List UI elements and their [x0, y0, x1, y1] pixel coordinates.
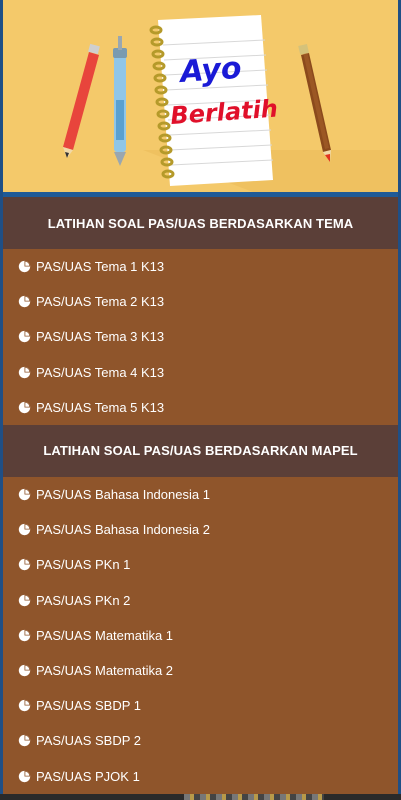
section-list-tema: PAS/UAS Tema 1 K13 PAS/UAS Tema 2 K13 PA… [3, 249, 398, 425]
list-item-label: PAS/UAS PJOK 1 [36, 768, 140, 784]
list-item[interactable]: PAS/UAS Matematika 2 [3, 653, 398, 688]
pie-chart-icon [18, 629, 31, 641]
pie-chart-icon [18, 366, 31, 378]
list-item[interactable]: PAS/UAS PKn 2 [3, 583, 398, 618]
list-item[interactable]: PAS/UAS Tema 3 K13 [3, 319, 398, 354]
pie-chart-icon [18, 524, 31, 536]
list-item[interactable]: PAS/UAS PJOK 1 [3, 758, 398, 793]
list-item[interactable]: PAS/UAS SBDP 2 [3, 723, 398, 758]
list-item[interactable]: PAS/UAS Tema 4 K13 [3, 355, 398, 390]
pie-chart-icon [18, 770, 31, 782]
section-list-mapel: PAS/UAS Bahasa Indonesia 1 PAS/UAS Bahas… [3, 477, 398, 794]
pie-chart-icon [18, 664, 31, 677]
banner-illustration: Ayo Berlatih [63, 15, 398, 192]
list-item-label: PAS/UAS Matematika 1 [36, 627, 174, 643]
notebook-icon: Ayo Berlatih [149, 15, 279, 186]
pie-chart-icon [18, 594, 31, 606]
section-header-mapel: LATIHAN SOAL PAS/UAS BERDASARKAN MAPEL [3, 424, 398, 477]
list-item-label: PAS/UAS PKn 1 [36, 557, 131, 573]
bottom-strip-detail [184, 794, 324, 800]
section-header-tema: LATIHAN SOAL PAS/UAS BERDASARKAN TEMA [3, 197, 398, 249]
list-item[interactable]: PAS/UAS Tema 2 K13 [3, 284, 398, 319]
pie-chart-icon [18, 488, 31, 501]
list-item-label: PAS/UAS PKn 2 [36, 592, 131, 608]
list-item[interactable]: PAS/UAS SBDP 1 [3, 688, 398, 723]
list-item[interactable]: PAS/UAS PKn 1 [3, 547, 398, 582]
list-item[interactable]: PAS/UAS Tema 1 K13 [3, 249, 398, 284]
red-pencil-icon [63, 43, 100, 158]
list-item-label: PAS/UAS Tema 4 K13 [36, 364, 165, 380]
blue-pen-icon [113, 36, 127, 166]
list-item[interactable]: PAS/UAS Tema 5 K13 [3, 390, 398, 425]
banner-title-ayo: Ayo [177, 51, 242, 90]
menu-panel: LATIHAN SOAL PAS/UAS BERDASARKAN TEMA PA… [3, 197, 398, 794]
list-item[interactable]: PAS/UAS Matematika 1 [3, 618, 398, 653]
list-item-label: PAS/UAS SBDP 2 [36, 733, 142, 749]
pie-chart-icon [18, 401, 31, 414]
bottom-strip [0, 794, 401, 800]
pie-chart-icon [18, 559, 31, 571]
list-item[interactable]: PAS/UAS Bahasa Indonesia 1 [3, 477, 398, 512]
list-item-label: PAS/UAS Tema 5 K13 [36, 399, 165, 415]
list-item[interactable]: PAS/UAS Bahasa Indonesia 2 [3, 512, 398, 547]
pie-chart-icon [18, 296, 31, 308]
brown-pencil-icon [298, 43, 331, 162]
banner-image: Ayo Berlatih [3, 0, 398, 192]
list-item-label: PAS/UAS Tema 3 K13 [36, 329, 165, 345]
pie-chart-icon [18, 331, 31, 343]
pie-chart-icon [18, 735, 31, 747]
list-item-label: PAS/UAS SBDP 1 [36, 698, 142, 714]
list-item-label: PAS/UAS Tema 2 K13 [36, 294, 165, 310]
pie-chart-icon [18, 260, 31, 273]
list-item-label: PAS/UAS Matematika 2 [36, 662, 174, 678]
list-item-label: PAS/UAS Bahasa Indonesia 1 [36, 487, 210, 503]
list-item-label: PAS/UAS Tema 1 K13 [36, 259, 165, 275]
list-item-label: PAS/UAS Bahasa Indonesia 2 [36, 522, 210, 538]
pie-chart-icon [18, 699, 31, 712]
